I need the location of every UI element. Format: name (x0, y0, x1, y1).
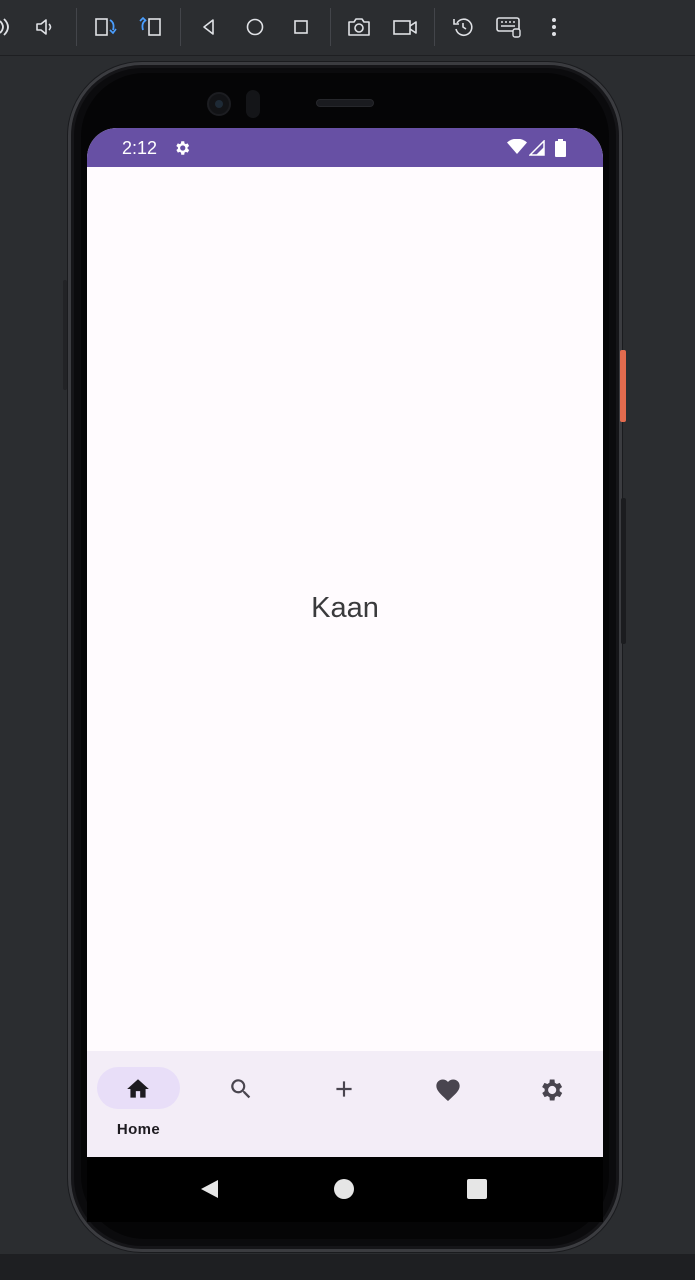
camera-icon[interactable] (342, 10, 376, 44)
home-button-icon[interactable] (332, 1177, 356, 1201)
search-icon (228, 1076, 254, 1102)
wifi-icon (507, 138, 527, 160)
emulator-bottom-strip (0, 1254, 695, 1280)
back-icon[interactable] (198, 1177, 222, 1201)
nav-item-settings[interactable] (499, 1051, 602, 1157)
power-side-button[interactable] (620, 350, 626, 422)
toolbar-separator (180, 8, 181, 46)
screenrecord-icon[interactable] (388, 10, 422, 44)
nav-item-favorites[interactable] (396, 1051, 499, 1157)
earpiece-speaker (316, 99, 374, 107)
power-icon[interactable] (0, 10, 22, 44)
system-navigation-bar (87, 1157, 603, 1222)
status-time: 2:12 (122, 138, 158, 158)
toolbar-separator (434, 8, 435, 46)
more-vert-icon[interactable] (537, 10, 571, 44)
toolbar-separator (76, 8, 77, 46)
rotate-left-icon[interactable] (88, 10, 122, 44)
volume-side-button[interactable] (621, 498, 626, 644)
proximity-sensor (246, 90, 260, 118)
bottom-navigation: Home (87, 1051, 603, 1157)
status-bar: 2:12 (87, 128, 603, 167)
main-content: Kaan (87, 167, 603, 1051)
overview-square-icon[interactable] (284, 10, 318, 44)
nav-item-home[interactable]: Home (87, 1051, 190, 1157)
heart-icon (434, 1076, 460, 1102)
nav-label-home: Home (116, 1121, 161, 1138)
gear-icon (537, 1076, 563, 1102)
home-icon (125, 1076, 151, 1102)
back-triangle-icon[interactable] (192, 10, 226, 44)
home-circle-icon[interactable] (238, 10, 272, 44)
nav-item-add[interactable] (293, 1051, 396, 1157)
signal-icon (528, 139, 545, 161)
front-camera (207, 92, 231, 116)
emulator-toolbar (0, 0, 695, 56)
toolbar-separator (330, 8, 331, 46)
volume-icon[interactable] (28, 10, 62, 44)
snapshot-restore-icon[interactable] (446, 10, 480, 44)
keyboard-icon[interactable] (492, 10, 526, 44)
phone-left-edge (63, 280, 67, 390)
settings-status-icon (173, 139, 191, 157)
recents-icon[interactable] (465, 1177, 489, 1201)
battery-icon (555, 139, 566, 162)
add-icon (331, 1076, 357, 1102)
center-text: Kaan (311, 592, 379, 624)
rotate-right-icon[interactable] (134, 10, 168, 44)
device-screen: 2:12 Kaan Home (87, 128, 603, 1222)
nav-item-search[interactable] (190, 1051, 293, 1157)
